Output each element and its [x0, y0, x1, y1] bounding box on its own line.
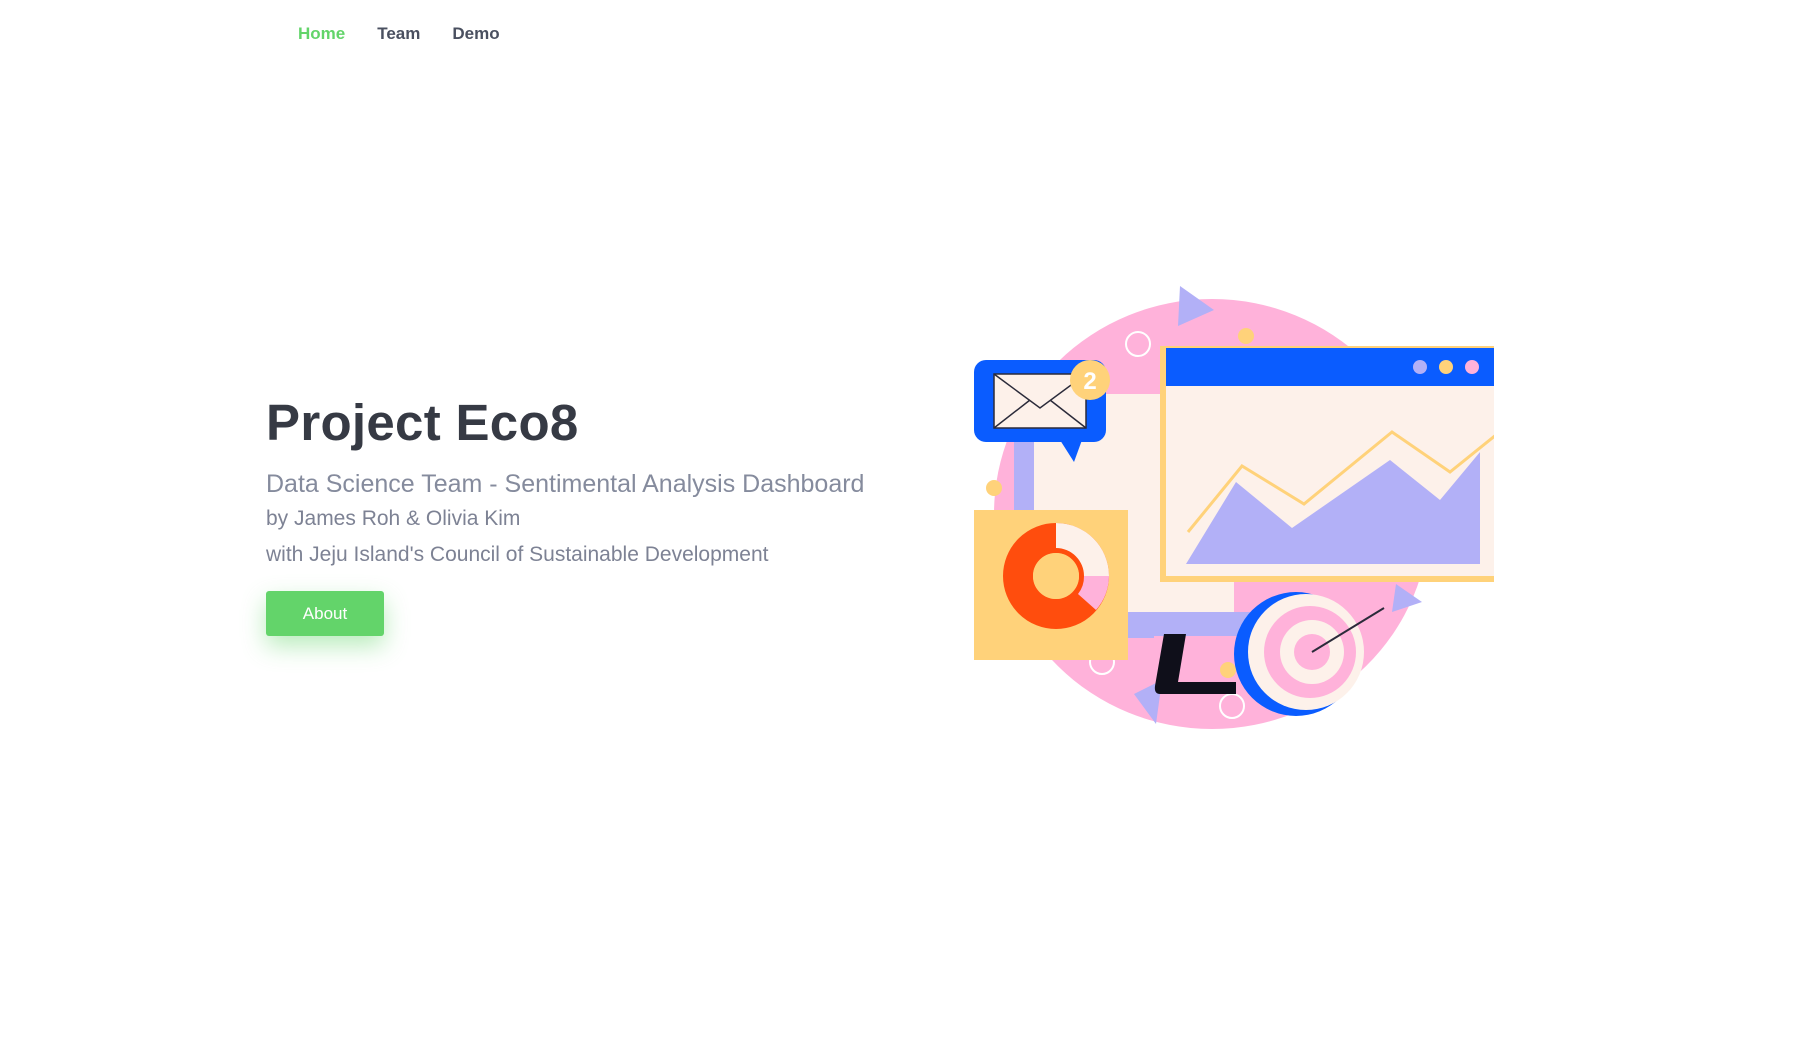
hero-authors: by James Roh & Olivia Kim [266, 507, 521, 530]
nav-team[interactable]: Team [377, 24, 420, 44]
nav-home[interactable]: Home [298, 24, 345, 44]
yellow-dot [986, 480, 1002, 496]
notification-count: 2 [1083, 368, 1096, 395]
top-nav: Home Team Demo [298, 24, 500, 44]
hero-subtitle: Data Science Team - Sentimental Analysis… [266, 470, 865, 498]
dashboard-illustration: 2 [974, 286, 1494, 729]
yellow-dot [1220, 662, 1236, 678]
hero-section: Project Eco8 Data Science Team - Sentime… [266, 393, 966, 636]
nav-demo[interactable]: Demo [452, 24, 499, 44]
yellow-dot [1238, 328, 1254, 344]
about-button[interactable]: About [266, 591, 384, 636]
window-dot-icon [1439, 360, 1453, 374]
window-dot-icon [1465, 360, 1479, 374]
window-dot-icon [1413, 360, 1427, 374]
page-title: Project Eco8 [266, 394, 579, 451]
hero-partner: with Jeju Island's Council of Sustainabl… [266, 543, 769, 566]
